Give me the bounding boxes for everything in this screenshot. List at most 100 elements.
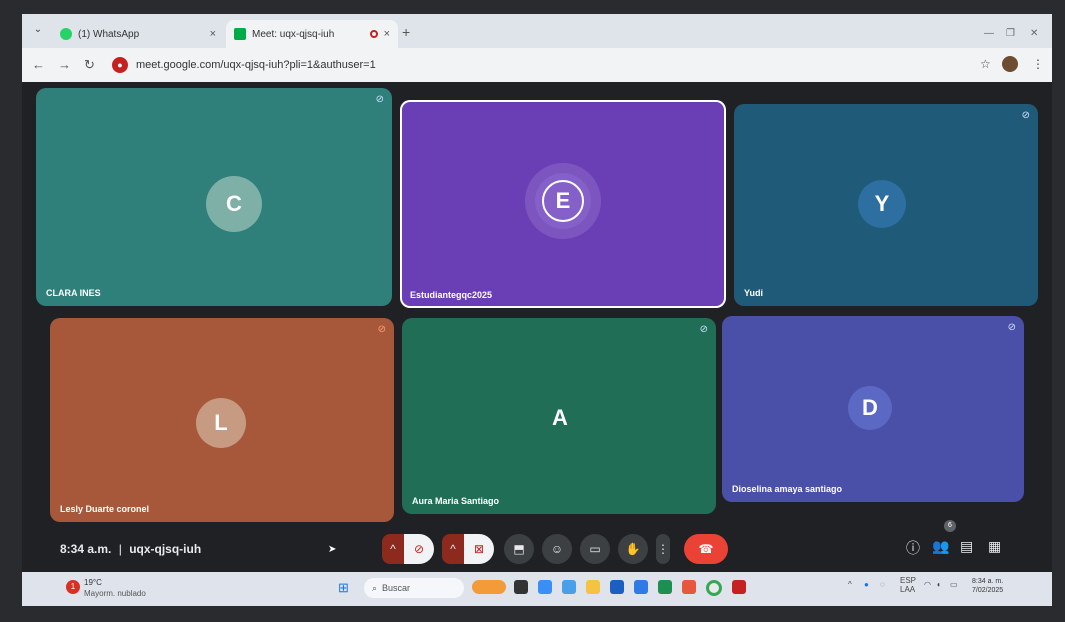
participant-name: Estudiantegqc2025 — [410, 290, 493, 300]
weather-desc[interactable]: Mayorm. nublado — [84, 589, 146, 598]
present-screen-icon: ⬒ — [513, 542, 525, 556]
mic-off-icon: ⊘ — [699, 324, 708, 335]
volume-icon[interactable]: ◖ — [936, 580, 941, 589]
mic-off-icon: ⊘ — [377, 324, 386, 335]
tray-expand-icon[interactable]: ^ — [848, 580, 852, 589]
address-bar: ← → ↻ ● meet.google.com/uqx-qjsq-iuh?pli… — [22, 48, 1052, 82]
participant-avatar: A — [552, 405, 568, 430]
url-text[interactable]: meet.google.com/uqx-qjsq-iuh?pli=1&authu… — [136, 59, 376, 71]
chrome-icon[interactable] — [706, 580, 722, 596]
close-tab-icon[interactable]: × — [210, 28, 216, 40]
copilot-icon[interactable] — [538, 580, 552, 594]
participant-tile[interactable]: C ⊘ CLARA INES — [36, 88, 392, 306]
browser-menu-icon[interactable]: ⋮ — [1032, 57, 1044, 71]
file-explorer-icon[interactable] — [586, 580, 600, 594]
omnibox[interactable]: ● meet.google.com/uqx-qjsq-iuh?pli=1&aut… — [112, 53, 972, 77]
people-count-badge: 6 — [944, 520, 956, 532]
participant-avatar: L — [196, 398, 246, 448]
emoji-icon: ☺ — [550, 542, 564, 556]
windows-start-icon[interactable]: ⊞ — [338, 581, 352, 595]
meet-icon — [234, 28, 246, 40]
participant-tile[interactable]: D ⊘ Dioselina amaya santiago — [722, 316, 1024, 502]
language-indicator[interactable]: ESP LAA — [900, 576, 916, 594]
reload-icon[interactable]: ↻ — [84, 57, 95, 73]
wifi-icon[interactable]: ◠ — [924, 580, 931, 589]
participant-name: Yudi — [744, 288, 764, 298]
back-icon[interactable]: ← — [32, 57, 45, 72]
bookmark-star-icon[interactable]: ☆ — [980, 57, 991, 71]
tray-app-icon[interactable]: ● — [864, 580, 869, 589]
video-options-chevron-icon[interactable]: ^ — [442, 534, 464, 564]
task-view-icon[interactable] — [514, 580, 528, 594]
participant-avatar: D — [848, 386, 892, 430]
meeting-info: 8:34 a.m. | uqx-qjsq-iuh — [60, 542, 201, 556]
laptop-bezel: ⌄ (1) WhatsApp × Meet: uqx-qjsq-iuh × + … — [0, 0, 1065, 622]
weather-alert-icon[interactable]: 1 — [66, 580, 80, 594]
language-layout: LAA — [900, 585, 916, 594]
taskbar-search[interactable]: ⌕ Buscar — [364, 578, 464, 598]
mic-off-icon: ⊘ — [1021, 110, 1030, 121]
leave-call-button[interactable]: ☎ — [684, 534, 728, 564]
participant-tile[interactable]: L ⊘ Lesly Duarte coronel — [50, 318, 394, 522]
tab-title: Meet: uqx-qjsq-iuh — [252, 28, 335, 40]
office-icon[interactable] — [732, 580, 746, 594]
raise-hand-button[interactable]: ✋ — [618, 534, 648, 564]
clock-date: 7/02/2025 — [972, 587, 1004, 594]
window-close-icon[interactable]: ✕ — [1030, 28, 1038, 39]
recording-indicator-icon — [369, 30, 378, 38]
minimize-icon[interactable]: — — [984, 28, 994, 39]
chat-icon[interactable]: ▤ — [960, 538, 973, 555]
meeting-details-icon[interactable]: ⓘ — [906, 538, 920, 558]
search-placeholder: Buscar — [382, 583, 411, 593]
edge-icon[interactable] — [634, 580, 648, 594]
app-widget-icon[interactable] — [472, 580, 506, 594]
tab-whatsapp[interactable]: (1) WhatsApp × — [52, 20, 224, 48]
participant-tile[interactable]: Y ⊘ Yudi — [734, 104, 1038, 306]
word-icon[interactable] — [610, 580, 624, 594]
hand-icon: ✋ — [625, 542, 641, 556]
hang-up-icon: ☎ — [698, 542, 714, 556]
close-tab-icon[interactable]: × — [384, 28, 390, 40]
mic-toggle-button[interactable]: ⊘ — [404, 534, 434, 564]
system-clock[interactable]: 8:34 a. m. 7/02/2025 — [972, 577, 1003, 595]
more-vert-icon: ⋮ — [657, 542, 669, 556]
meet-stage: C ⊘ CLARA INES E Estudiantegqc2025 Y ⊘ Y… — [22, 82, 1052, 572]
mic-off-icon: ⊘ — [1007, 322, 1016, 333]
mic-off-icon: ⊘ — [413, 542, 425, 556]
forward-icon[interactable]: → — [58, 57, 71, 72]
participant-tile[interactable]: E Estudiantegqc2025 — [400, 100, 726, 308]
reactions-button[interactable]: ☺ — [542, 534, 572, 564]
battery-icon[interactable]: ▭ — [950, 580, 958, 589]
windows-taskbar: 1 19°C Mayorm. nublado ⊞ ⌕ Buscar ^ ● ◌ … — [22, 572, 1052, 606]
audio-options-chevron-icon[interactable]: ^ — [382, 534, 404, 564]
mic-in-use-icon[interactable]: ● — [112, 57, 128, 73]
photos-icon[interactable] — [562, 580, 576, 594]
mouse-cursor-icon: ➤ — [328, 544, 337, 555]
participant-avatar: E — [535, 173, 591, 229]
clock-time: 8:34 a. m. — [972, 578, 1004, 585]
captions-button[interactable]: ▭ — [580, 534, 610, 564]
tray-shield-icon[interactable]: ◌ — [880, 580, 885, 589]
powerpoint-icon[interactable] — [682, 580, 696, 594]
search-icon: ⌕ — [372, 582, 378, 593]
camera-toggle-button[interactable]: ⊠ — [464, 534, 494, 564]
tab-meet[interactable]: Meet: uqx-qjsq-iuh × — [226, 20, 398, 48]
more-options-button[interactable]: ⋮ — [656, 534, 670, 564]
participant-name: Dioselina amaya santiago — [732, 484, 843, 494]
activities-icon[interactable]: ▦ — [988, 538, 1001, 555]
screen: ⌄ (1) WhatsApp × Meet: uqx-qjsq-iuh × + … — [22, 14, 1052, 606]
tab-title: (1) WhatsApp — [78, 28, 140, 40]
excel-icon[interactable] — [658, 580, 672, 594]
new-tab-button[interactable]: + — [402, 24, 410, 40]
people-icon[interactable]: 👥 — [932, 538, 949, 555]
tab-search-chevron-icon[interactable]: ⌄ — [30, 22, 46, 38]
participant-avatar: Y — [858, 180, 906, 228]
restore-icon[interactable]: ❐ — [1006, 28, 1015, 39]
meeting-code: uqx-qjsq-iuh — [129, 542, 202, 556]
participant-tile[interactable]: A ⊘ Aura Maria Santiago — [402, 318, 716, 514]
weather-temp[interactable]: 19°C — [84, 578, 102, 587]
participant-name: CLARA INES — [46, 288, 101, 298]
present-button[interactable]: ⬒ — [504, 534, 534, 564]
profile-avatar[interactable] — [1002, 56, 1018, 72]
whatsapp-icon — [60, 28, 72, 40]
